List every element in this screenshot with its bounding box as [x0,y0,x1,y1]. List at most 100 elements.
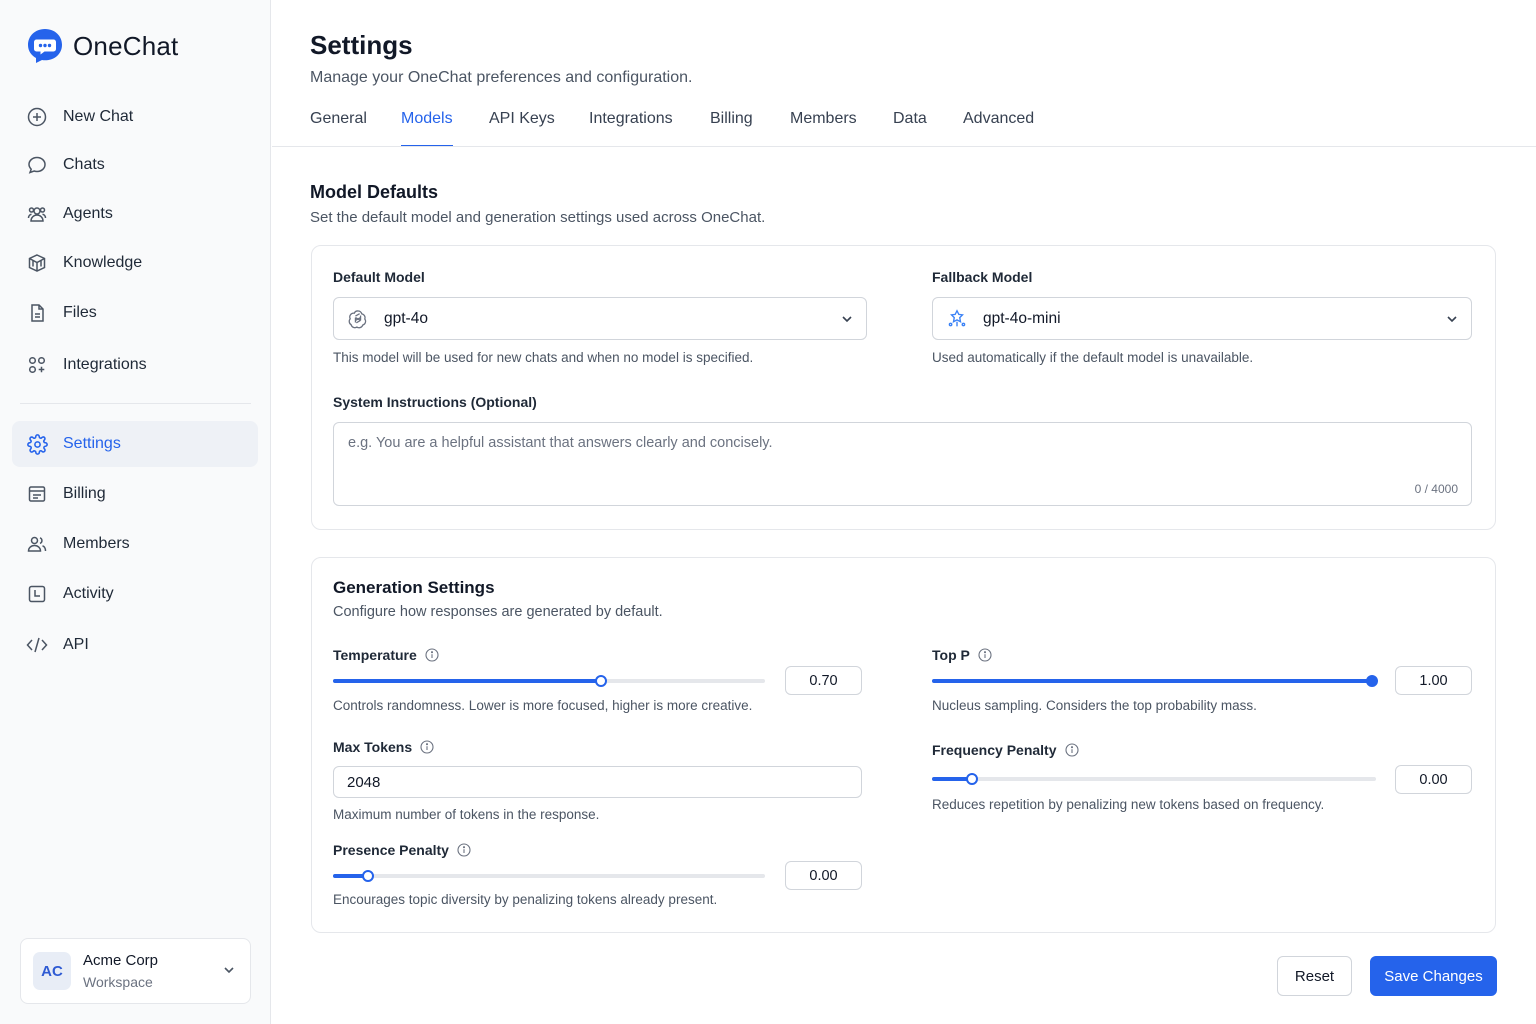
slider-track [333,874,765,878]
onechat-logo-icon [28,29,62,63]
system-instructions-label: System Instructions (Optional) [333,394,537,410]
reset-button[interactable]: Reset [1277,956,1352,996]
gear-icon [26,433,48,455]
tab-advanced[interactable]: Advanced [963,110,1034,147]
max-tokens-input[interactable] [333,766,862,798]
workspace-name: Acme Corp [83,952,159,969]
fallback-model-label: Fallback Model [932,269,1033,285]
chevron-down-icon [840,312,854,331]
frequency-penalty-helper: Reduces repetition by penalizing new tok… [932,797,1325,812]
presence-penalty-label: Presence Penalty [333,842,471,858]
sidebar: OneChat New Chat Chats Agents Knowledge … [0,0,271,1024]
page-title: Settings [310,30,413,60]
presence-penalty-slider[interactable] [333,868,765,884]
top-p-value-input[interactable] [1395,666,1472,695]
info-icon[interactable] [425,648,439,662]
sidebar-item-label: Agents [63,205,113,222]
sidebar-item-new-chat[interactable]: New Chat [12,94,258,140]
knowledge-cube-icon [26,252,48,274]
brand[interactable]: OneChat [26,27,178,65]
tab-models[interactable]: Models [401,110,453,147]
tab-members[interactable]: Members [790,110,857,147]
model-defaults-subtitle: Set the default model and generation set… [310,209,766,226]
sidebar-item-label: Members [63,535,130,552]
default-model-helper: This model will be used for new chats an… [333,350,754,365]
sidebar-item-activity[interactable]: Activity [12,571,258,617]
temperature-helper: Controls randomness. Lower is more focus… [333,698,753,713]
slider-track [932,777,1376,781]
workspace-type: Workspace [83,974,153,990]
sidebar-item-api[interactable]: API [12,622,258,668]
presence-penalty-value-input[interactable] [785,861,862,890]
sidebar-item-label: Files [63,304,97,321]
sidebar-item-label: API [63,636,89,653]
tab-data[interactable]: Data [893,110,927,147]
info-icon[interactable] [420,740,434,754]
members-icon [26,533,48,555]
frequency-penalty-label: Frequency Penalty [932,742,1079,758]
page-subtitle: Manage your OneChat preferences and conf… [310,69,693,86]
slider-fill [932,679,1372,683]
top-p-label: Top P [932,647,992,663]
max-tokens-label-text: Max Tokens [333,739,413,755]
slider-thumb[interactable] [1366,675,1378,687]
workspace-switcher[interactable]: AC Acme Corp Workspace [20,938,251,1004]
top-p-helper: Nucleus sampling. Considers the top prob… [932,698,1257,713]
sidebar-item-label: Activity [63,585,114,602]
model-defaults-title: Model Defaults [310,182,439,202]
generation-settings-subtitle: Configure how responses are generated by… [333,604,663,620]
sidebar-item-label: Chats [63,156,105,173]
sidebar-item-integrations[interactable]: Integrations [12,342,258,388]
sidebar-item-agents[interactable]: Agents [12,191,258,237]
workspace-avatar: AC [33,952,71,990]
fallback-model-helper: Used automatically if the default model … [932,350,1254,365]
sidebar-item-label: Settings [63,435,121,452]
frequency-penalty-value-input[interactable] [1395,765,1472,794]
save-changes-button[interactable]: Save Changes [1370,956,1497,996]
sidebar-item-settings[interactable]: Settings [12,421,258,467]
slider-thumb[interactable] [361,870,374,882]
sidebar-item-members[interactable]: Members [12,521,258,567]
presence-penalty-helper: Encourages topic diversity by penalizing… [333,892,718,907]
tab-general[interactable]: General [310,110,367,147]
character-counter: 0 / 4000 [1414,482,1458,496]
slider-thumb[interactable] [965,773,978,785]
sparkle-model-icon [946,308,968,330]
temperature-value-input[interactable] [785,666,862,695]
temperature-label: Temperature [333,647,439,663]
sidebar-item-knowledge[interactable]: Knowledge [12,240,258,286]
chat-bubble-icon [26,154,48,176]
top-p-slider[interactable] [932,673,1378,689]
tabs-divider [272,146,1536,147]
temperature-slider[interactable] [333,673,765,689]
tab-billing[interactable]: Billing [710,110,753,147]
generation-settings-title: Generation Settings [333,578,495,597]
plus-circle-icon [26,106,48,128]
sidebar-item-files[interactable]: Files [12,290,258,336]
frequency-penalty-slider[interactable] [932,771,1376,787]
slider-fill [333,679,601,683]
openai-logo-icon [347,308,369,330]
tab-api-keys[interactable]: API Keys [489,110,555,147]
slider-thumb[interactable] [594,675,607,687]
top-p-label-text: Top P [932,647,970,663]
code-icon [26,634,48,656]
agents-icon [26,203,48,225]
chevron-down-icon [222,963,236,982]
tab-integrations[interactable]: Integrations [589,110,673,147]
frequency-penalty-label-text: Frequency Penalty [932,742,1057,758]
default-model-select[interactable]: gpt-4o [333,297,867,340]
fallback-model-value: gpt-4o-mini [983,309,1061,327]
max-tokens-label: Max Tokens [333,739,434,755]
sidebar-item-chats[interactable]: Chats [12,142,258,188]
system-instructions-textarea[interactable] [333,422,1472,506]
info-icon[interactable] [1064,743,1079,757]
info-icon[interactable] [457,843,471,857]
info-icon[interactable] [978,648,992,662]
sidebar-item-billing[interactable]: Billing [12,471,258,517]
fallback-model-select[interactable]: gpt-4o-mini [932,297,1472,340]
temperature-label-text: Temperature [333,647,417,663]
chevron-down-icon [1445,312,1459,331]
sidebar-item-label: Billing [63,485,106,502]
workspace-text: Acme Corp Workspace [83,952,158,990]
